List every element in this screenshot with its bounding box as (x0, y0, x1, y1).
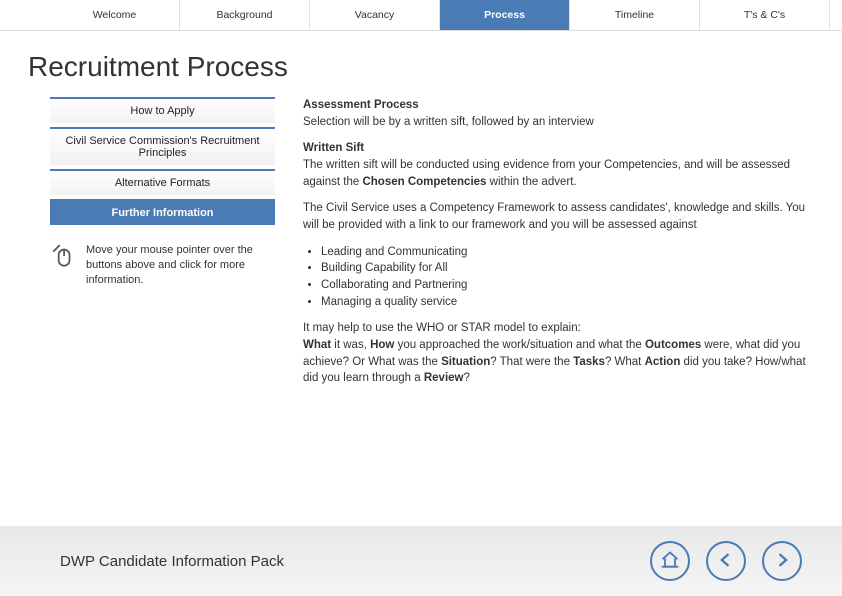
content: How to Apply Civil Service Commission's … (0, 97, 842, 397)
competency-list: Leading and Communicating Building Capab… (321, 244, 812, 311)
arrow-right-icon (772, 550, 792, 573)
tab-vacancy[interactable]: Vacancy (310, 0, 440, 30)
sidebar-item-alt-formats[interactable]: Alternative Formats (50, 169, 275, 195)
assessment-para: Assessment Process Selection will be by a… (303, 97, 812, 130)
sidebar: How to Apply Civil Service Commission's … (50, 97, 275, 397)
sidebar-item-principles[interactable]: Civil Service Commission's Recruitment P… (50, 127, 275, 165)
tab-terms[interactable]: T's & C's (700, 0, 830, 30)
assessment-body: Selection will be by a written sift, fol… (303, 116, 594, 128)
tab-background[interactable]: Background (180, 0, 310, 30)
footer-title: DWP Candidate Information Pack (60, 553, 284, 570)
list-item: Building Capability for All (321, 260, 812, 277)
footer: DWP Candidate Information Pack (0, 526, 842, 596)
tab-welcome[interactable]: Welcome (50, 0, 180, 30)
main-content: Assessment Process Selection will be by a… (303, 97, 812, 397)
list-item: Managing a quality service (321, 294, 812, 311)
tab-timeline[interactable]: Timeline (570, 0, 700, 30)
arrow-left-icon (716, 550, 736, 573)
sift-para: Written SiftThe written sift will be con… (303, 140, 812, 190)
hint: Move your mouse pointer over the buttons… (50, 243, 275, 288)
list-item: Leading and Communicating (321, 244, 812, 261)
list-item: Collaborating and Partnering (321, 277, 812, 294)
home-icon (660, 550, 680, 573)
next-button[interactable] (762, 541, 802, 581)
prev-button[interactable] (706, 541, 746, 581)
sidebar-item-how-to-apply[interactable]: How to Apply (50, 97, 275, 123)
top-nav: Welcome Background Vacancy Process Timel… (0, 0, 842, 31)
mouse-icon (50, 243, 76, 269)
footer-nav (650, 541, 802, 581)
who-star-para: It may help to use the WHO or STAR model… (303, 320, 812, 387)
assessment-heading: Assessment Process (303, 99, 419, 111)
hint-text: Move your mouse pointer over the buttons… (86, 243, 275, 288)
sift-heading: Written Sift (303, 142, 364, 154)
tab-process[interactable]: Process (440, 0, 570, 30)
sidebar-item-further-info[interactable]: Further Information (50, 199, 275, 225)
framework-para: The Civil Service uses a Competency Fram… (303, 200, 812, 233)
page-title: Recruitment Process (28, 51, 842, 83)
home-button[interactable] (650, 541, 690, 581)
